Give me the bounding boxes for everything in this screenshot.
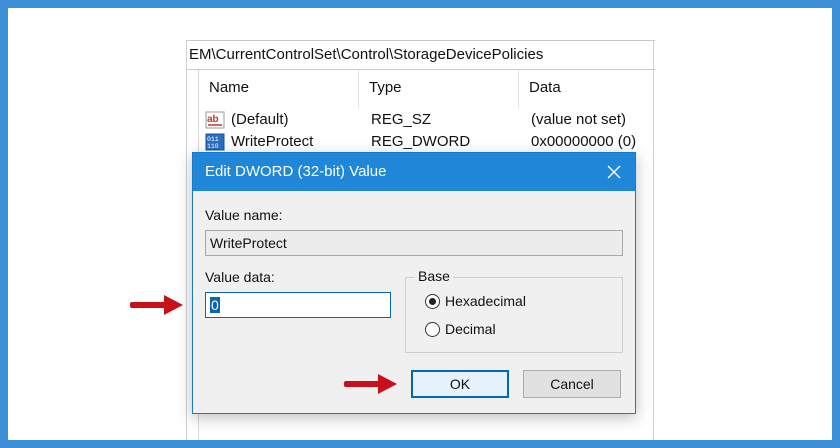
list-item-name: WriteProtect (231, 133, 314, 150)
column-header-name[interactable]: Name (199, 70, 359, 108)
column-header-data[interactable]: Data (519, 70, 655, 108)
radio-circle (425, 293, 440, 309)
base-groupbox (405, 277, 623, 353)
value-data-text: 0 (210, 297, 220, 313)
list-item-name: (Default) (231, 111, 289, 128)
pointer-arrow-icon (344, 374, 397, 394)
radio-hexadecimal-label: Hexadecimal (445, 293, 526, 309)
svg-text:ab: ab (207, 114, 219, 125)
radio-decimal-label: Decimal (445, 321, 496, 337)
radio-circle (425, 321, 440, 337)
list-item[interactable]: 011 110 WriteProtect REG_DWORD 0x0000000… (199, 130, 655, 154)
list-item-data: (value not set) (531, 111, 627, 128)
address-bar[interactable]: EM\CurrentControlSet\Control\StorageDevi… (187, 40, 655, 70)
cancel-button[interactable]: Cancel (523, 370, 621, 398)
list-item-type: REG_DWORD (371, 133, 471, 150)
value-data-input[interactable]: 0 (205, 292, 391, 318)
value-name-field[interactable]: WriteProtect (205, 230, 623, 256)
edit-dword-dialog: Edit DWORD (32-bit) Value Value name: Wr… (192, 152, 636, 414)
base-group-label: Base (415, 268, 453, 284)
dialog-title: Edit DWORD (32-bit) Value (205, 163, 387, 180)
value-name-label: Value name: (205, 207, 283, 223)
dialog-titlebar[interactable]: Edit DWORD (32-bit) Value (193, 153, 635, 191)
pointer-arrow-icon (130, 295, 183, 315)
list-item-data: 0x00000000 (0) (531, 133, 637, 150)
svg-text:011: 011 (207, 136, 219, 143)
radio-selected-dot (429, 297, 436, 305)
svg-text:110: 110 (207, 143, 219, 150)
list-item[interactable]: ab (Default) REG_SZ (value not set) (199, 108, 655, 132)
string-value-icon: ab (205, 111, 225, 129)
binary-value-icon: 011 110 (205, 133, 225, 151)
value-data-label: Value data: (205, 269, 275, 285)
close-icon (607, 165, 621, 179)
list-item-type: REG_SZ (371, 111, 432, 128)
radio-decimal[interactable]: Decimal (425, 321, 496, 337)
list-header: Name Type Data (199, 70, 655, 108)
radio-hexadecimal[interactable]: Hexadecimal (425, 293, 526, 309)
close-button[interactable] (597, 155, 631, 189)
column-header-type[interactable]: Type (359, 70, 519, 108)
ok-button[interactable]: OK (411, 370, 509, 398)
